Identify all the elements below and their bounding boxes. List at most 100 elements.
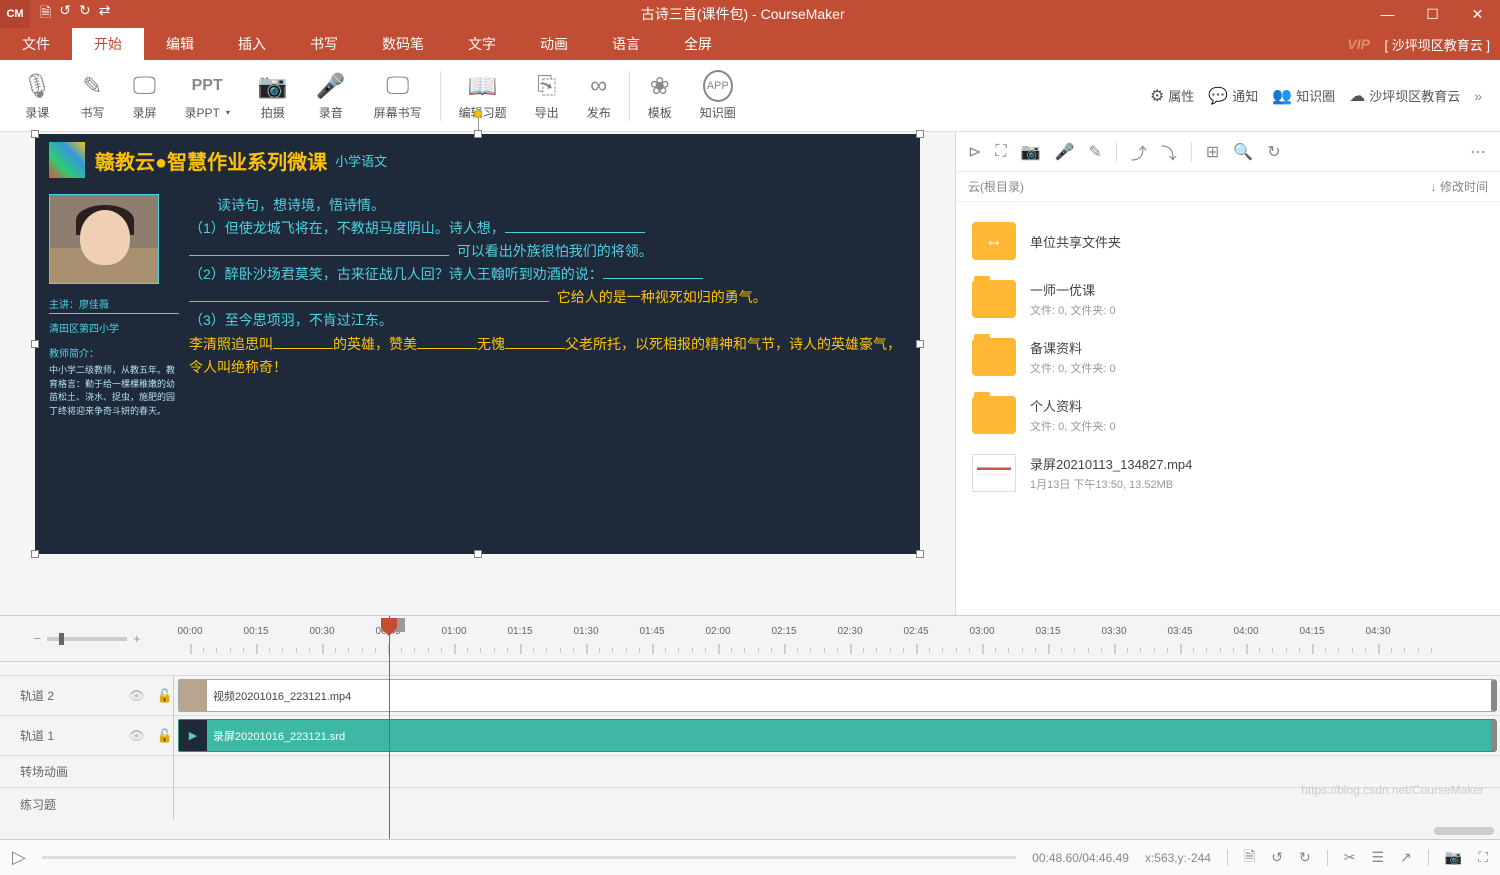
teacher-photo bbox=[49, 194, 159, 284]
list-item[interactable]: 一师一优课文件: 0, 文件夹: 0 bbox=[960, 270, 1496, 328]
publish-button[interactable]: ∞发布 bbox=[573, 68, 625, 123]
sb-redo-icon[interactable]: ↻ bbox=[1299, 849, 1311, 866]
menu-fullscreen[interactable]: 全屏 bbox=[662, 28, 734, 60]
sp-mic-icon[interactable]: 🎤 bbox=[1055, 142, 1075, 162]
menu-edit[interactable]: 编辑 bbox=[144, 28, 216, 60]
breadcrumb[interactable]: 云(根目录) bbox=[968, 178, 1024, 195]
sb-cut-icon[interactable]: ✂ bbox=[1344, 849, 1356, 866]
timeline-ruler[interactable]: 00:0000:1500:3000:4501:0001:1501:3001:45… bbox=[174, 616, 1500, 661]
sb-save-icon[interactable]: 🗎 bbox=[1244, 846, 1255, 870]
resize-handle-ml[interactable] bbox=[31, 340, 39, 348]
notification-button[interactable]: 💬通知 bbox=[1208, 86, 1258, 106]
menu-file[interactable]: 文件 bbox=[0, 28, 72, 60]
menu-lang[interactable]: 语言 bbox=[590, 28, 662, 60]
resize-handle-bc[interactable] bbox=[474, 550, 482, 558]
ribbon-more-icon[interactable]: » bbox=[1474, 88, 1482, 104]
undo-icon[interactable]: ↺ bbox=[59, 2, 71, 26]
save-icon[interactable]: 🗎 bbox=[40, 2, 51, 26]
app-icon: APP bbox=[703, 70, 733, 102]
zoom-out-icon[interactable]: − bbox=[33, 631, 41, 646]
slide[interactable]: 赣教云●智慧作业系列微课 小学语文 主讲：廖佳薇 清田区第四小学 教师简介： 中… bbox=[35, 134, 920, 554]
record-screen-button[interactable]: 🖵录屏 bbox=[118, 68, 170, 123]
list-item[interactable]: 录屏20210113_134827.mp41月13日 下午13:50, 13.5… bbox=[960, 444, 1496, 502]
sort-button[interactable]: ↓ 修改时间 bbox=[1431, 178, 1488, 195]
clip-handle[interactable] bbox=[1491, 680, 1497, 711]
edit-exercise-button[interactable]: 📖编辑习题 bbox=[445, 68, 521, 123]
menu-pen[interactable]: 数码笔 bbox=[360, 28, 446, 60]
zoom-control[interactable]: − + bbox=[0, 616, 174, 661]
menu-anim[interactable]: 动画 bbox=[518, 28, 590, 60]
eye-icon[interactable]: 👁 bbox=[128, 688, 145, 704]
minimize-button[interactable]: — bbox=[1365, 0, 1410, 28]
sp-download-icon[interactable]: ⤵ bbox=[1161, 140, 1177, 164]
camera-button[interactable]: 📷拍摄 bbox=[244, 68, 302, 123]
ribbon: 🎙录课 ✎书写 🖵录屏 PPT录PPT ▾ 📷拍摄 🎤录音 🖵屏幕书写 📖编辑习… bbox=[0, 60, 1500, 132]
sp-crop-icon[interactable]: ⛶ bbox=[995, 143, 1006, 161]
hscroll-thumb[interactable] bbox=[1434, 827, 1494, 835]
sb-layers-icon[interactable]: ☰ bbox=[1371, 849, 1384, 866]
resize-handle-tl[interactable] bbox=[31, 130, 39, 138]
sp-view-icon[interactable]: ⊞ bbox=[1206, 142, 1219, 162]
knowledge-button[interactable]: APP知识圈 bbox=[686, 68, 750, 123]
sb-undo-icon[interactable]: ↺ bbox=[1271, 849, 1283, 866]
resize-handle-br[interactable] bbox=[916, 550, 924, 558]
record-lesson-button[interactable]: 🎙录课 bbox=[8, 68, 66, 123]
lock-icon[interactable]: 🔓 bbox=[157, 728, 173, 744]
playhead[interactable] bbox=[389, 616, 390, 839]
template-button[interactable]: ❀模板 bbox=[634, 68, 686, 123]
watermark: https://blog.csdn.net/CourseMaker bbox=[1301, 783, 1484, 797]
play-button[interactable]: ▷ bbox=[12, 847, 26, 868]
track-1-lane[interactable]: 录屏20201016_223121.srd bbox=[174, 716, 1500, 755]
list-item[interactable]: 备课资料文件: 0, 文件夹: 0 bbox=[960, 328, 1496, 386]
menu-text[interactable]: 文字 bbox=[446, 28, 518, 60]
knowledge-circle-button[interactable]: 👥知识圈 bbox=[1272, 86, 1335, 106]
app-logo: CM bbox=[0, 0, 30, 28]
clip-handle[interactable] bbox=[1491, 720, 1497, 751]
track-2-lane[interactable]: 视频20201016_223121.mp4 bbox=[174, 676, 1500, 715]
time-display: 00:48.60/04:46.49 bbox=[1032, 851, 1129, 865]
resize-handle-tr[interactable] bbox=[916, 130, 924, 138]
zoom-slider[interactable] bbox=[47, 637, 127, 641]
cloud-button[interactable]: ☁沙坪坝区教育云 bbox=[1349, 86, 1460, 106]
swap-icon[interactable]: ⇄ bbox=[99, 2, 111, 26]
side-panel: ⊳ ⛶ 📷 🎤 ✎ ⤴ ⤵ ⊞ 🔍 ↻ ⋯ 云(根目录) ↓ 修改时间 单位共享… bbox=[955, 132, 1500, 615]
menu-start[interactable]: 开始 bbox=[72, 28, 144, 60]
menu-write[interactable]: 书写 bbox=[288, 28, 360, 60]
sp-search-icon[interactable]: 🔍 bbox=[1233, 142, 1253, 162]
maximize-button[interactable]: ☐ bbox=[1410, 0, 1455, 28]
timeline: − + 00:0000:1500:3000:4501:0001:1501:300… bbox=[0, 615, 1500, 839]
list-item[interactable]: 个人资料文件: 0, 文件夹: 0 bbox=[960, 386, 1496, 444]
zoom-in-icon[interactable]: + bbox=[133, 631, 141, 646]
menu-insert[interactable]: 插入 bbox=[216, 28, 288, 60]
canvas-area[interactable]: 赣教云●智慧作业系列微课 小学语文 主讲：廖佳薇 清田区第四小学 教师简介： 中… bbox=[0, 132, 955, 615]
sp-camera-icon[interactable]: 📷 bbox=[1021, 142, 1041, 162]
redo-icon[interactable]: ↻ bbox=[79, 2, 91, 26]
rotation-handle[interactable] bbox=[474, 110, 482, 118]
sb-camera-icon[interactable]: 📷 bbox=[1445, 849, 1462, 866]
resize-handle-bl[interactable] bbox=[31, 550, 39, 558]
eye-icon[interactable]: 👁 bbox=[128, 728, 145, 744]
sp-more-icon[interactable]: ⋯ bbox=[1470, 142, 1488, 162]
cloud-account-label: [ 沙坪坝区教育云 ] bbox=[1385, 35, 1490, 54]
progress-slider[interactable] bbox=[42, 856, 1016, 859]
sb-fullscreen-icon[interactable]: ⛶ bbox=[1478, 849, 1488, 866]
resize-handle-tc[interactable] bbox=[474, 130, 482, 138]
record-audio-button[interactable]: 🎤录音 bbox=[302, 68, 360, 123]
video-clip[interactable]: 视频20201016_223121.mp4 bbox=[178, 679, 1496, 712]
lock-icon[interactable]: 🔓 bbox=[157, 688, 173, 704]
slide-title: 赣教云●智慧作业系列微课 bbox=[95, 146, 327, 175]
sp-upload-icon[interactable]: ⤴ bbox=[1131, 140, 1147, 164]
sp-refresh-icon[interactable]: ↻ bbox=[1267, 142, 1280, 162]
properties-button[interactable]: ⚙属性 bbox=[1150, 86, 1194, 106]
close-button[interactable]: ✕ bbox=[1455, 0, 1500, 28]
sp-edit-icon[interactable]: ✎ bbox=[1088, 142, 1101, 162]
export-button[interactable]: ⎘导出 bbox=[521, 68, 573, 123]
resize-handle-mr[interactable] bbox=[916, 340, 924, 348]
sb-arrow-icon[interactable]: ↗ bbox=[1400, 849, 1412, 866]
list-item[interactable]: 单位共享文件夹 bbox=[960, 212, 1496, 270]
write-button[interactable]: ✎书写 bbox=[66, 68, 118, 123]
record-ppt-button[interactable]: PPT录PPT ▾ bbox=[171, 68, 244, 123]
record-clip[interactable]: 录屏20201016_223121.srd bbox=[178, 719, 1496, 752]
screen-write-button[interactable]: 🖵屏幕书写 bbox=[360, 68, 436, 123]
sp-play-icon[interactable]: ⊳ bbox=[968, 142, 981, 162]
